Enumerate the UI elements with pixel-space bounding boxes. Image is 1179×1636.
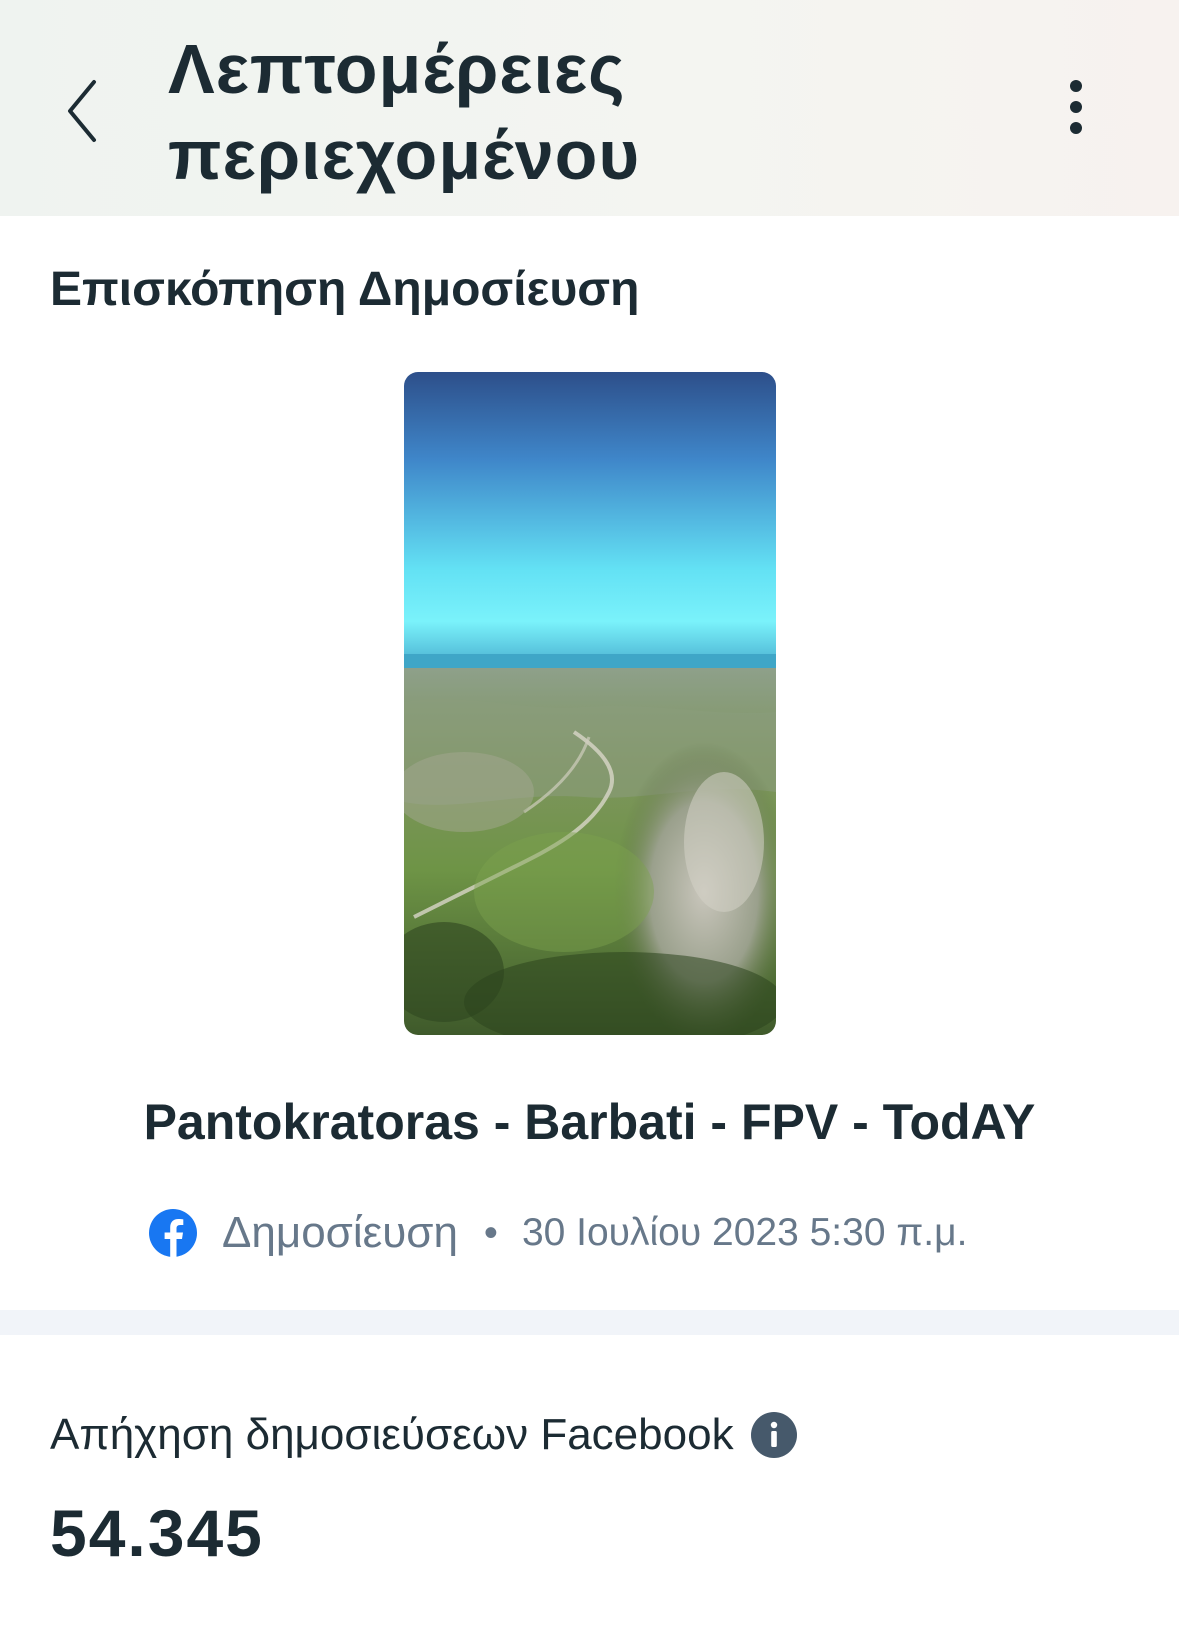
metric-label-row: Απήχηση δημοσιεύσεων Facebook xyxy=(50,1410,798,1460)
info-icon[interactable] xyxy=(750,1411,798,1459)
vertical-ellipsis-icon xyxy=(1070,80,1082,134)
page-title-line1: Λεπτομέρειες xyxy=(168,30,626,108)
post-thumbnail[interactable] xyxy=(404,372,776,1035)
meta-separator: • xyxy=(483,1210,498,1255)
metric-label: Απήχηση δημοσιεύσεων Facebook xyxy=(50,1410,734,1459)
top-app-bar: Λεπτομέρειες περιεχομένου xyxy=(0,0,1179,216)
page-title: Λεπτομέρειες περιεχομένου xyxy=(168,26,928,198)
facebook-icon xyxy=(149,1209,197,1257)
chevron-left-icon xyxy=(68,80,96,142)
post-date: 30 Ιουλίου 2023 5:30 π.μ. xyxy=(521,1211,968,1254)
more-options-button[interactable] xyxy=(1060,76,1092,140)
post-type: Δημοσίευση xyxy=(222,1208,458,1257)
post-meta: Δημοσίευση • 30 Ιουλίου 2023 5:30 π.μ. xyxy=(148,1203,967,1263)
metric-value: 54.345 xyxy=(50,1496,264,1570)
post-title: Pantokratoras - Barbati - FPV - TodAY xyxy=(143,1094,1036,1150)
page-title-line2: περιεχομένου xyxy=(168,116,641,194)
aerial-landscape-image xyxy=(404,372,776,1035)
preview-section-heading: Επισκόπηση Δημοσίευση xyxy=(50,263,640,316)
section-divider xyxy=(0,1310,1179,1335)
back-button[interactable] xyxy=(56,66,116,156)
